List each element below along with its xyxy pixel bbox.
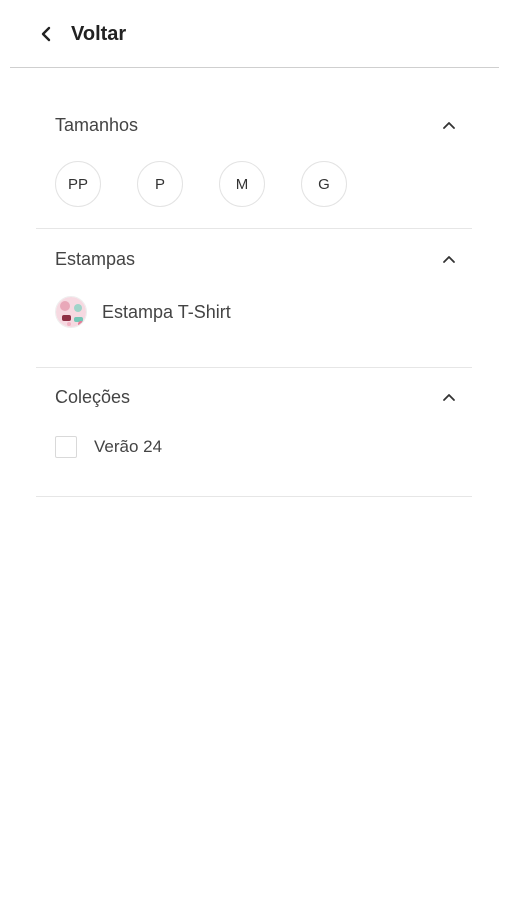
section-title: Estampas bbox=[55, 248, 136, 269]
back-label: Voltar bbox=[71, 22, 127, 45]
collection-checkbox[interactable] bbox=[55, 436, 77, 458]
size-option-pp[interactable]: PP bbox=[55, 161, 101, 207]
chevron-up-icon bbox=[442, 118, 456, 132]
section-collections: Coleções Verão 24 bbox=[36, 368, 472, 497]
sizes-options: PP P M G bbox=[55, 161, 383, 207]
chevron-up-icon bbox=[442, 390, 456, 404]
section-sizes-header[interactable]: Tamanhos bbox=[55, 113, 456, 137]
size-option-p[interactable]: P bbox=[137, 161, 183, 207]
collection-item-verao-24[interactable]: Verão 24 bbox=[55, 435, 162, 459]
filter-page: Voltar Tamanhos PP P M G Estampas Estamp… bbox=[0, 0, 506, 900]
size-option-m[interactable]: M bbox=[219, 161, 265, 207]
chevron-up-icon bbox=[442, 252, 456, 266]
print-item-estampa-tshirt[interactable]: Estampa T-Shirt bbox=[55, 295, 231, 329]
section-prints-header[interactable]: Estampas bbox=[55, 247, 456, 271]
section-prints: Estampas Estampa T-Shirt bbox=[36, 229, 472, 368]
print-label: Estampa T-Shirt bbox=[102, 301, 231, 322]
size-option-g[interactable]: G bbox=[301, 161, 347, 207]
back-button[interactable]: Voltar bbox=[38, 20, 126, 48]
chevron-left-icon bbox=[38, 26, 54, 42]
section-collections-header[interactable]: Coleções bbox=[55, 385, 456, 409]
section-title: Coleções bbox=[55, 386, 131, 407]
collection-label: Verão 24 bbox=[94, 437, 163, 456]
section-sizes: Tamanhos PP P M G bbox=[36, 100, 472, 229]
section-title: Tamanhos bbox=[55, 114, 139, 135]
print-swatch-icon bbox=[55, 296, 87, 328]
header: Voltar bbox=[10, 0, 499, 68]
